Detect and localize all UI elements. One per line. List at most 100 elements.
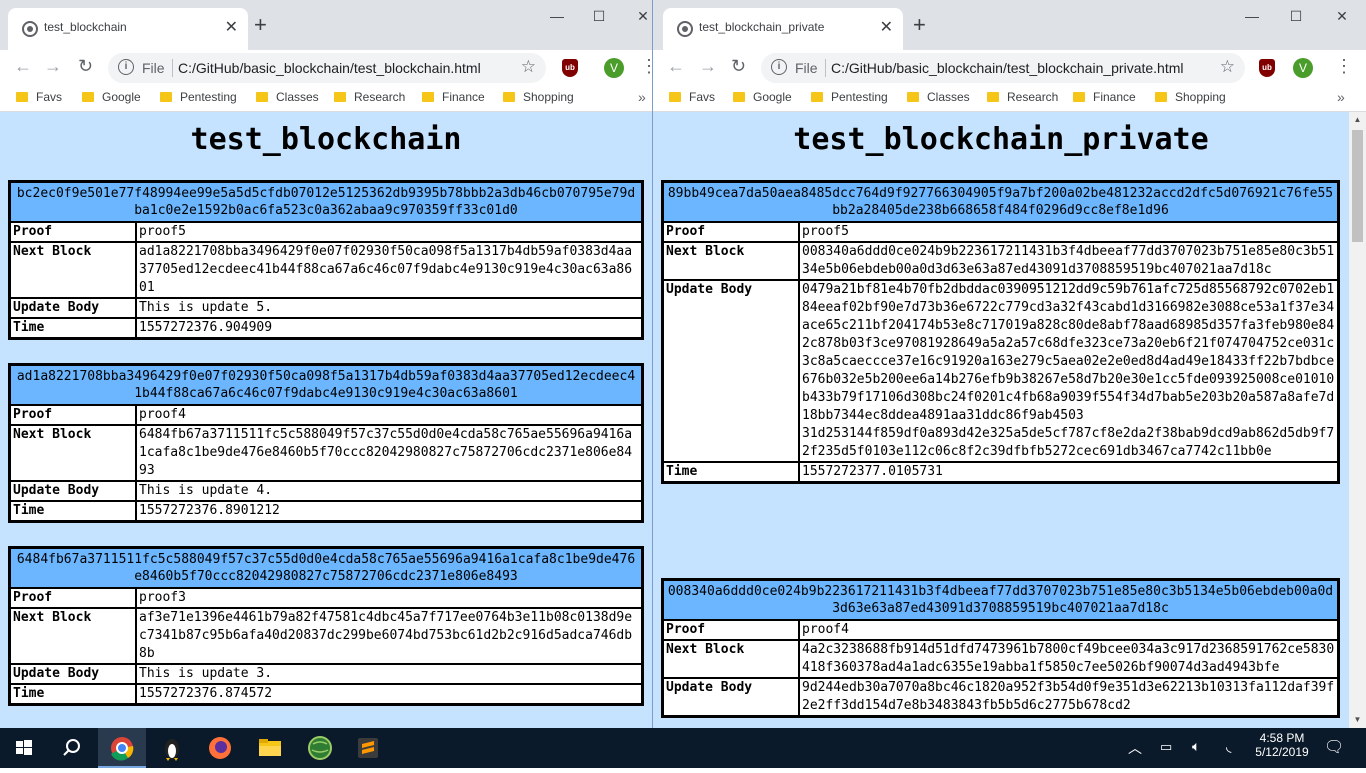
wifi-icon[interactable]: ◟ (1226, 738, 1231, 755)
next-block-value: ad1a8221708bba3496429f0e07f02930f50ca098… (139, 244, 633, 295)
file-explorer-icon[interactable] (246, 728, 294, 768)
block-card: ad1a8221708bba3496429f0e07f02930f50ca098… (8, 363, 644, 523)
bookmark-label: Finance (1093, 90, 1136, 104)
url-text[interactable]: C:/GitHub/basic_blockchain/test_blockcha… (178, 60, 481, 76)
reload-icon[interactable]: ↻ (731, 56, 746, 77)
bookmark-google[interactable]: Google (82, 90, 141, 104)
close-window-button[interactable]: ✕ (620, 4, 652, 28)
reload-icon[interactable]: ↻ (78, 56, 93, 77)
time-row: Time 1557272376.8901212 (11, 502, 641, 520)
folder-icon (987, 92, 999, 102)
minimize-button[interactable]: — (1229, 4, 1275, 28)
bookmark-label: Pentesting (831, 90, 888, 104)
tab-test-blockchain[interactable]: test_blockchain ✕ (8, 8, 248, 50)
back-icon[interactable]: ← (14, 56, 32, 77)
address-bar[interactable]: i File C:/GitHub/basic_blockchain/test_b… (761, 53, 1245, 83)
url-scheme: File (142, 60, 165, 76)
vertical-scrollbar[interactable]: ▲ ▼ (1349, 112, 1366, 728)
folder-icon (16, 92, 28, 102)
globe-app-icon[interactable] (296, 728, 344, 768)
minimize-button[interactable]: — (534, 4, 580, 28)
update-body-row: Update Body 9d244edb30a7070a8bc46c1820a95… (664, 679, 1337, 715)
chevron-right-icon[interactable]: » (1337, 89, 1345, 105)
address-bar[interactable]: i File C:/GitHub/basic_blockchain/test_b… (108, 53, 546, 83)
info-icon[interactable]: i (118, 59, 134, 75)
bookmark-classes[interactable]: Classes (907, 90, 970, 104)
scroll-thumb[interactable] (1352, 130, 1363, 242)
proof-row: Proof proof3 (11, 589, 641, 609)
firefox-icon[interactable] (196, 728, 244, 768)
next-block-row: Next Block af3e71e1396e4461b79a82f47581c4… (11, 609, 641, 665)
proof-label: Proof (11, 223, 137, 241)
new-tab-button[interactable]: + (254, 12, 267, 38)
folder-icon (907, 92, 919, 102)
proof-value: proof4 (139, 407, 186, 422)
info-icon[interactable]: i (771, 59, 787, 75)
folder-icon (669, 92, 681, 102)
star-icon[interactable]: ☆ (521, 57, 536, 77)
proof-value: proof4 (802, 622, 849, 637)
ublock-icon[interactable]: ub (562, 59, 578, 77)
avatar[interactable]: V (1293, 58, 1313, 78)
folder-icon (1155, 92, 1167, 102)
back-icon[interactable]: ← (667, 56, 685, 77)
bookmark-classes[interactable]: Classes (256, 90, 319, 104)
chevron-right-icon[interactable]: » (638, 89, 646, 105)
time-value: 1557272376.904909 (139, 320, 273, 335)
bookmark-finance[interactable]: Finance (1073, 90, 1136, 104)
sublime-text-icon[interactable] (344, 728, 392, 768)
avatar[interactable]: V (604, 58, 624, 78)
close-window-button[interactable]: ✕ (1319, 4, 1365, 28)
next-block-label: Next Block (664, 641, 800, 677)
bookmark-favs[interactable]: Favs (669, 90, 715, 104)
folder-icon (1073, 92, 1085, 102)
bookmarks-bar: Favs Google Pentesting Classes Research … (0, 86, 652, 112)
volume-icon[interactable]: 🔈︎ (1192, 738, 1200, 755)
bookmark-label: Pentesting (180, 90, 237, 104)
search-icon[interactable] (48, 728, 96, 768)
close-tab-icon[interactable]: ✕ (880, 17, 893, 37)
scroll-down-icon[interactable]: ▼ (1349, 712, 1366, 728)
bookmark-google[interactable]: Google (733, 90, 792, 104)
bookmark-shopping[interactable]: Shopping (1155, 90, 1226, 104)
windows-start-icon[interactable] (0, 728, 48, 768)
close-tab-icon[interactable]: ✕ (225, 17, 238, 37)
tab-test-blockchain-private[interactable]: test_blockchain_private ✕ (663, 8, 903, 50)
proof-value: proof5 (802, 224, 849, 239)
chrome-icon[interactable] (98, 728, 146, 768)
bookmark-pentesting[interactable]: Pentesting (160, 90, 237, 104)
menu-icon[interactable]: ⋮ (640, 56, 652, 77)
update-body-value: This is update 4. (139, 483, 273, 498)
next-block-label: Next Block (11, 609, 137, 663)
maximize-button[interactable]: ☐ (1273, 4, 1319, 28)
new-tab-button[interactable]: + (913, 12, 926, 38)
bookmark-favs[interactable]: Favs (16, 90, 62, 104)
linux-penguin-icon[interactable] (148, 728, 196, 768)
menu-icon[interactable]: ⋮ (1335, 56, 1353, 77)
bookmark-label: Shopping (1175, 90, 1226, 104)
bookmark-pentesting[interactable]: Pentesting (811, 90, 888, 104)
bookmark-research[interactable]: Research (334, 90, 405, 104)
star-icon[interactable]: ☆ (1220, 57, 1235, 77)
bookmark-label: Classes (276, 90, 319, 104)
ublock-icon[interactable]: ub (1259, 59, 1275, 77)
battery-icon[interactable]: ▭ (1160, 739, 1172, 755)
bookmark-finance[interactable]: Finance (422, 90, 485, 104)
time-label: Time (11, 319, 137, 337)
bookmark-label: Shopping (523, 90, 574, 104)
forward-icon[interactable]: → (44, 56, 62, 77)
chevron-up-icon[interactable]: ︿ (1128, 738, 1142, 758)
bookmark-shopping[interactable]: Shopping (503, 90, 574, 104)
scroll-up-icon[interactable]: ▲ (1349, 112, 1366, 128)
clock[interactable]: 4:58 PM 5/12/2019 (1254, 731, 1310, 759)
notification-icon[interactable]: 🗨︎ (1324, 737, 1344, 757)
forward-icon[interactable]: → (699, 56, 717, 77)
next-block-value: 6484fb67a3711511fc5c588049f57c37c55d0d0e… (139, 427, 633, 478)
browser-window-left: test_blockchain ✕ + — ☐ ✕ ← → ↻ i File C… (0, 0, 652, 728)
maximize-button[interactable]: ☐ (576, 4, 622, 28)
bookmark-research[interactable]: Research (987, 90, 1058, 104)
url-text[interactable]: C:/GitHub/basic_blockchain/test_blockcha… (831, 60, 1184, 76)
time-row: Time 1557272377.0105731 (664, 463, 1337, 481)
bookmark-label: Google (753, 90, 792, 104)
next-block-label: Next Block (11, 243, 137, 297)
